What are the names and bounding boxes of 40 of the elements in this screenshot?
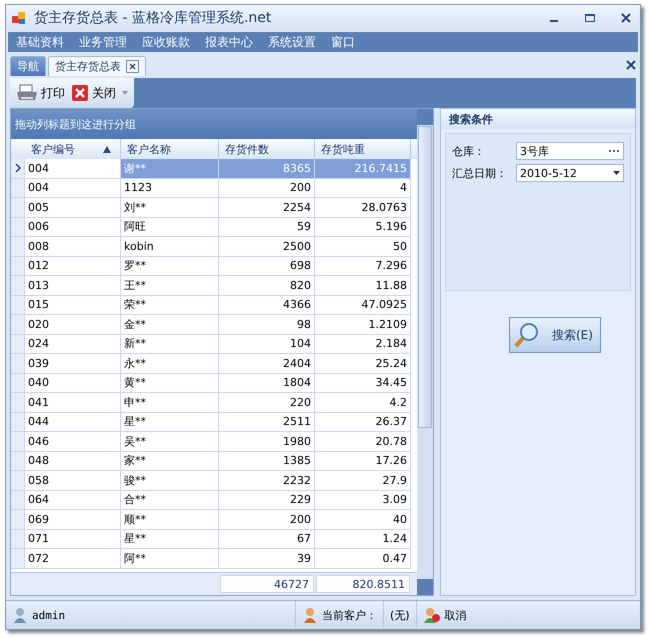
row-indicator-icon: [14, 164, 20, 172]
tab[interactable]: 货主存货总表: [48, 56, 146, 76]
menu-item[interactable]: 窗口: [331, 34, 355, 50]
menu-item[interactable]: 报表中心: [205, 34, 253, 50]
table-cell: 216.7415: [315, 159, 411, 178]
total-cell: 820.8511: [316, 575, 410, 593]
input-field[interactable]: 2010-5-12: [516, 164, 624, 182]
menu-item[interactable]: 应收账款: [142, 34, 190, 50]
status-value: (无): [390, 608, 410, 622]
close-icon[interactable]: [126, 60, 139, 73]
user-icon: [12, 607, 28, 623]
table-cell: 谢**: [121, 159, 219, 178]
toolbar-button[interactable]: 关闭: [71, 84, 116, 102]
menu-item[interactable]: 业务管理: [79, 34, 127, 50]
user-icon: [302, 607, 318, 623]
menu-item[interactable]: 基础资料: [16, 34, 64, 50]
printer-icon: [16, 84, 38, 102]
group-hint: 拖动列标题到这进行分组: [11, 109, 417, 139]
search-icon: [514, 322, 540, 348]
cancel-link[interactable]: 取消: [444, 608, 467, 622]
ellipsis-icon[interactable]: [608, 149, 620, 153]
field-label: 汇总日期：: [452, 166, 508, 180]
total-cell: 46727: [220, 575, 314, 593]
window-title: 货主存货总表 - 蓝格冷库管理系统.net: [34, 9, 272, 27]
field-label: 仓库：: [452, 144, 486, 158]
user-name: admin: [32, 608, 66, 622]
panel-title: 搜索条件: [441, 109, 635, 129]
table-cell: 8365: [219, 159, 315, 178]
app-icon: [12, 11, 26, 25]
scrollbar[interactable]: [417, 109, 433, 595]
menu-item[interactable]: 系统设置: [268, 34, 316, 50]
user-cancel-icon[interactable]: [422, 607, 441, 623]
search-button[interactable]: 搜索(E): [509, 317, 601, 353]
input-field[interactable]: 3号库: [516, 142, 624, 160]
status-label: 当前客户：: [322, 608, 377, 622]
toolbar-button[interactable]: 打印: [16, 84, 65, 102]
dropdown-arrow-icon[interactable]: [613, 171, 620, 175]
close-icon: [71, 84, 89, 102]
row-header[interactable]: [11, 159, 25, 178]
close-icon[interactable]: [626, 60, 636, 70]
